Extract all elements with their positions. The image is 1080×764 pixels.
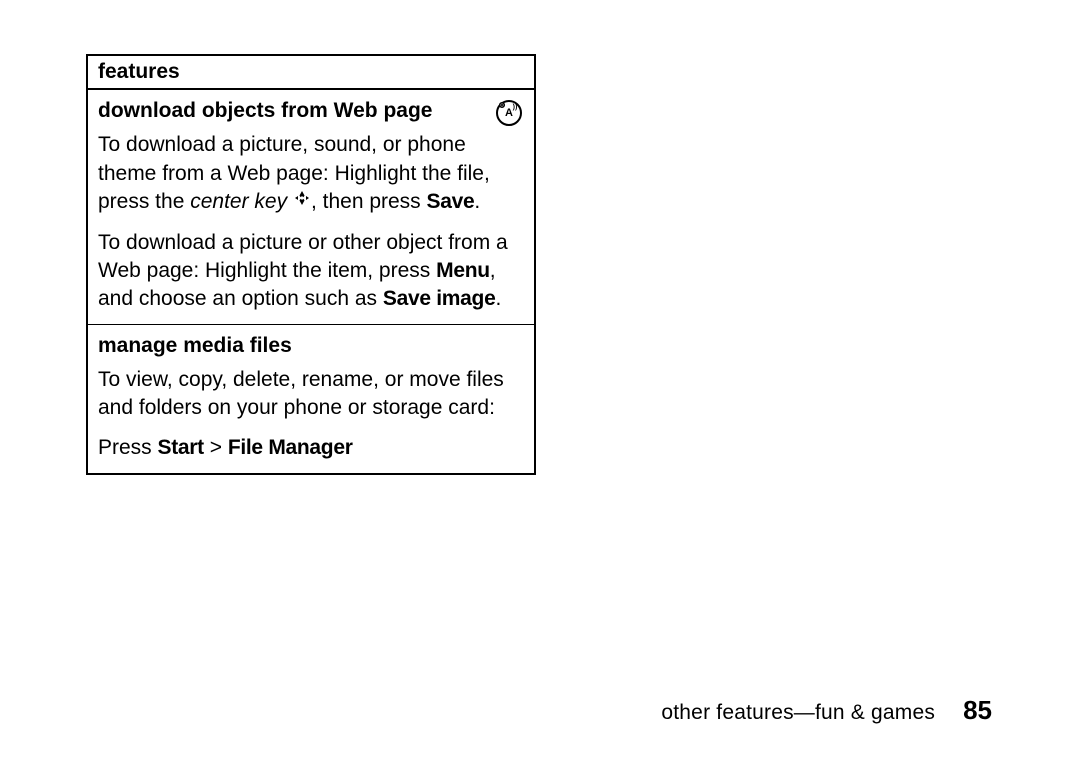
- text-bold: Start: [158, 436, 204, 459]
- paragraph: To view, copy, delete, rename, or move f…: [98, 366, 524, 423]
- table-header-row: features: [88, 56, 534, 90]
- text-bold: Save image: [383, 287, 496, 310]
- text-bold: Menu: [436, 259, 490, 282]
- table-header-title: features: [98, 60, 180, 83]
- paragraph: Press Start > File Manager: [98, 434, 524, 462]
- paragraph: To download a picture or other object fr…: [98, 229, 524, 314]
- features-table: features A )) download objects from Web …: [86, 54, 536, 475]
- section-manage-media: manage media files To view, copy, delete…: [88, 324, 534, 473]
- svg-text:)): )): [513, 104, 518, 111]
- manual-page: features A )) download objects from Web …: [0, 0, 1080, 764]
- text-run: >: [204, 436, 228, 459]
- text-run: .: [495, 287, 501, 310]
- section-title: download objects from Web page: [98, 98, 432, 123]
- page-footer: other features—fun & games 85: [661, 695, 992, 726]
- text-bold: Save: [427, 190, 475, 213]
- text-run: , then press: [311, 190, 427, 213]
- paragraph: To download a picture, sound, or phone t…: [98, 131, 524, 216]
- text-run: .: [474, 190, 480, 213]
- text-italic: center key: [190, 190, 287, 213]
- footer-section-label: other features—fun & games: [661, 701, 935, 725]
- text-run: Press: [98, 436, 158, 459]
- network-operator-icon: A )): [494, 98, 524, 133]
- section-title: manage media files: [98, 333, 524, 358]
- section-download-objects: A )) download objects from Web page To d…: [88, 90, 534, 324]
- page-number: 85: [963, 695, 992, 726]
- text-bold: File Manager: [228, 436, 353, 459]
- center-key-icon: [293, 186, 311, 214]
